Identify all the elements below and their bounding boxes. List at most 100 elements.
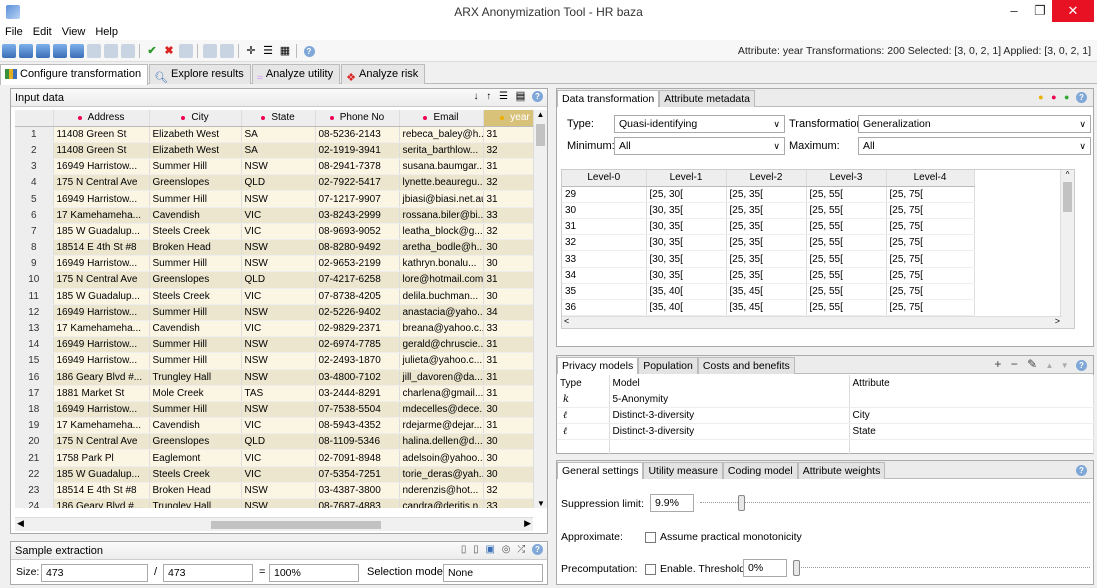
table-cell[interactable]: Steels Creek [149,466,242,483]
table-cell[interactable]: NSW [241,401,316,419]
table-row[interactable]: 14 16949 Harristow... Summer Hill NSW 02-697… [15,336,533,354]
percentage-field[interactable]: 100% [269,564,359,582]
checkbox-box[interactable] [645,563,656,575]
tab-configure-transformation[interactable]: Configure transformation [0,64,149,85]
table-icon[interactable] [220,44,234,58]
column-header[interactable]: Phone No [315,110,400,127]
table-row[interactable]: 10 175 N Central Ave Greenslopes QLD 07-4217… [15,271,533,289]
level-header[interactable]: Level-0 [562,170,647,187]
save-icon[interactable]: ▣ [485,544,494,555]
move-down-icon[interactable]: ▼ [1061,361,1069,370]
hierarchy-cell[interactable]: [30, 35[ [646,267,727,284]
table-cell[interactable]: 03-2444-8291 [315,385,400,402]
table-cell[interactable]: Elizabeth West [149,142,242,160]
table-cell[interactable]: adelsoin@yahoo... [399,449,484,467]
table-cell[interactable]: 02-1919-3941 [315,142,400,160]
table-cell[interactable]: torie_deras@yah... [399,466,484,483]
table-cell[interactable]: 31 [483,336,533,354]
table-row[interactable]: 8 18514 E 4th St #8 Broken Head NSW 08-8280-… [15,239,533,257]
hierarchy-cell[interactable]: [25, 35[ [726,202,807,220]
hierarchy-cell[interactable]: 34 [562,267,647,284]
hierarchy-cell[interactable]: 36 [562,299,647,317]
sensitive-dot-icon[interactable]: ● [1051,92,1056,102]
hierarchy-row[interactable]: 36 [35, 40[[35, 45[[25, 55[[25, 75[ [562,299,975,317]
table-cell[interactable]: VIC [241,288,316,305]
table-row[interactable]: 6 17 Kamehameha... Cavendish VIC 03-8243-299… [15,207,533,224]
menu-file[interactable]: File [0,24,28,40]
table-cell[interactable]: rebeca_baley@h... [399,126,484,143]
table-cell[interactable]: Broken Head [149,482,242,500]
table-cell[interactable]: Summer Hill [149,304,242,321]
table-cell[interactable]: 02-9653-2199 [315,255,400,273]
table-row[interactable]: 19 17 Kamehameha... Cavendish VIC 08-5943-43… [15,417,533,435]
save-as-icon[interactable] [53,44,67,58]
table-cell[interactable]: charlena@gmail... [399,385,484,402]
suppression-slider[interactable] [700,494,1090,512]
table-cell[interactable]: NSW [241,498,316,508]
remove-model-icon[interactable]: − [1011,357,1018,371]
hierarchy-cell[interactable]: [25, 55[ [806,299,887,317]
table-cell[interactable]: QLD [241,174,316,192]
table-cell[interactable]: susana.baumgar... [399,158,484,176]
hierarchy-cell[interactable]: [35, 40[ [646,283,727,301]
table-cell[interactable]: 30 [483,466,533,483]
table-cell[interactable]: SA [241,126,316,143]
hierarchy-cell[interactable]: 32 [562,234,647,252]
hierarchy-row[interactable]: 30 [30, 35[[25, 35[[25, 55[[25, 75[ [562,202,975,220]
table-cell[interactable]: 31 [483,417,533,435]
table-cell[interactable]: 07-8738-4205 [315,288,400,305]
table-row[interactable]: 24 186 Geary Blvd #... Trungley Hall NSW 08-… [15,498,533,508]
table-cell[interactable]: 175 N Central Ave [53,271,150,289]
table-cell[interactable]: 08-2941-7378 [315,158,400,176]
table-cell[interactable]: Trungley Hall [149,498,242,508]
monotonicity-checkbox[interactable]: Assume practical monotonicity [645,531,802,543]
menu-view[interactable]: View [57,24,91,40]
table-cell[interactable]: QLD [241,433,316,451]
table-cell[interactable]: 175 N Central Ave [53,174,150,192]
hierarchy-cell[interactable]: [25, 75[ [886,267,975,284]
hierarchy-cell[interactable]: [25, 75[ [886,202,975,220]
table-cell[interactable]: 02-2493-1870 [315,352,400,370]
hierarchy-cell[interactable]: 33 [562,250,647,268]
tab-attribute-weights[interactable]: Attribute weights [797,462,886,479]
hierarchy-hscrollbar[interactable]: < > [562,316,1062,328]
tab-utility-measure[interactable]: Utility measure [643,462,723,479]
table-cell[interactable]: rossana.biler@bi... [399,207,484,224]
table-cell[interactable]: 16949 Harristow... [53,255,150,273]
table-row[interactable]: 17 1881 Market St Mole Creek TAS 03-2444-829… [15,385,533,402]
table-cell[interactable]: 18514 E 4th St #8 [53,482,150,500]
hierarchy-cell[interactable]: [35, 45[ [726,299,807,317]
table-cell[interactable]: 02-7922-5417 [315,174,400,192]
table-cell[interactable]: 1881 Market St [53,385,150,402]
table-cell[interactable]: aretha_bodle@h... [399,239,484,257]
table-cell[interactable]: 08-5236-2143 [315,126,400,143]
table-row[interactable]: 4 175 N Central Ave Greenslopes QLD 02-7922-… [15,174,533,192]
table-cell[interactable]: NSW [241,369,316,386]
column-header[interactable]: Address [53,110,150,127]
quasi-dot-icon[interactable]: ● [1038,92,1043,102]
hierarchy-cell[interactable]: [30, 35[ [646,218,727,236]
table-row[interactable]: 2 11408 Green St Elizabeth West SA 02-1919-3… [15,142,533,160]
binoculars-icon[interactable]: ◎ [502,544,511,555]
total-size-field[interactable]: 473 [163,564,253,582]
table-cell[interactable]: Summer Hill [149,336,242,354]
page-icon[interactable]: ▯ [473,544,479,555]
export-data-icon[interactable] [87,44,101,58]
table-cell[interactable]: 08-7687-4883 [315,498,400,508]
open-project-icon[interactable] [19,44,33,58]
table-cell[interactable]: 02-6974-7785 [315,336,400,354]
tab-costs-benefits[interactable]: Costs and benefits [697,357,795,374]
hierarchy-table[interactable]: Level-0 Level-1 Level-2 Level-3 Level-4 … [562,170,975,328]
threshold-slider[interactable] [793,559,1090,577]
hierarchy-row[interactable]: 33 [30, 35[[25, 35[[25, 55[[25, 75[ [562,250,975,268]
table-cell[interactable]: SA [241,142,316,160]
hierarchy-cell[interactable]: [25, 55[ [806,267,887,284]
hierarchy-cell[interactable]: 31 [562,218,647,236]
table-cell[interactable]: Summer Hill [149,190,242,208]
table-row[interactable]: 13 17 Kamehameha... Cavendish VIC 02-9829-23… [15,320,533,338]
tab-privacy-models[interactable]: Privacy models [557,357,639,374]
table-cell[interactable]: VIC [241,223,316,241]
maximum-select[interactable]: All ∨ [858,137,1091,155]
minimum-select[interactable]: All ∨ [614,137,785,155]
table-cell[interactable]: 31 [483,369,533,386]
